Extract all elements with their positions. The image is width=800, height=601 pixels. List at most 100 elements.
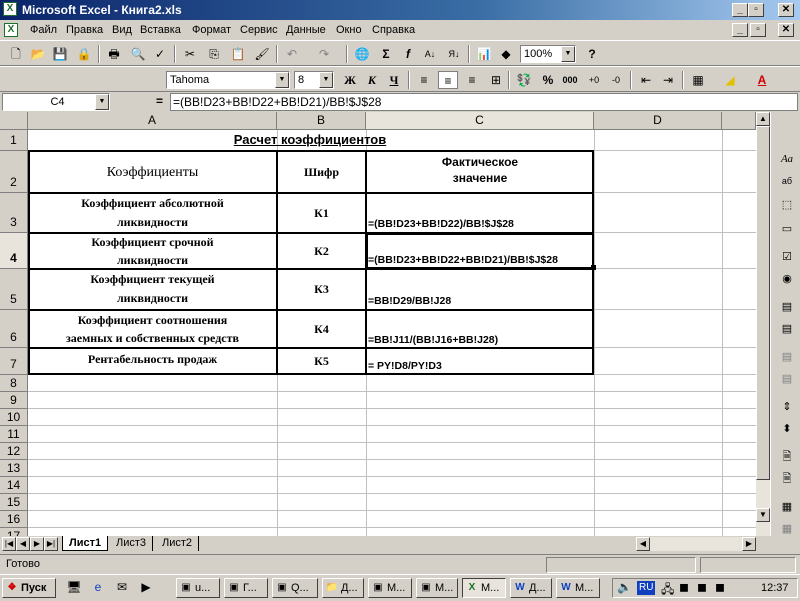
function-icon[interactable]: f: [398, 45, 418, 63]
task-item-excel[interactable]: X М...: [462, 578, 506, 598]
hyperlink-icon[interactable]: 🌐: [352, 45, 372, 63]
row-header[interactable]: 9: [0, 392, 28, 409]
menu-window[interactable]: Окно: [336, 24, 362, 36]
spinner-icon[interactable]: ⬍: [777, 420, 797, 438]
drawing-icon[interactable]: ◆: [496, 45, 516, 63]
menu-file[interactable]: Файл: [30, 24, 57, 36]
menu-view[interactable]: Вид: [112, 24, 132, 36]
column-header-b[interactable]: B: [277, 112, 366, 130]
new-icon[interactable]: 🗋: [6, 45, 26, 63]
align-right-icon[interactable]: ≡: [462, 71, 482, 89]
edit-code-icon[interactable]: 🗎: [777, 470, 797, 488]
doc-minimize-icon[interactable]: _: [732, 23, 748, 37]
italic-button[interactable]: К: [362, 71, 382, 89]
task-item-word-2[interactable]: W М...: [556, 578, 600, 598]
sort-desc-icon[interactable]: Я↓: [444, 45, 464, 63]
close-icon[interactable]: ✕: [778, 3, 794, 17]
task-item-1[interactable]: ▣ u...: [176, 578, 220, 598]
row-header[interactable]: 5: [0, 269, 28, 310]
prev-sheet-icon[interactable]: ◀: [16, 537, 30, 551]
outlook-icon[interactable]: ✉: [112, 578, 132, 596]
font-select[interactable]: Tahoma ▼: [166, 71, 290, 89]
chevron-down-icon[interactable]: ▼: [275, 72, 289, 88]
row-header[interactable]: 4: [0, 233, 28, 269]
format-painter-icon[interactable]: 🖌: [252, 45, 272, 63]
control-properties-icon[interactable]: 🗎: [777, 448, 797, 466]
save-icon[interactable]: 💾: [50, 45, 70, 63]
row-header[interactable]: 12: [0, 443, 28, 460]
sort-asc-icon[interactable]: А↓: [420, 45, 440, 63]
chevron-down-icon[interactable]: ▼: [561, 46, 575, 62]
option-button-icon[interactable]: ◉: [777, 270, 797, 288]
volume-icon[interactable]: 🔈: [617, 580, 632, 594]
align-left-icon[interactable]: ≡: [414, 71, 434, 89]
undo-icon[interactable]: ↶: [282, 45, 302, 63]
media-icon[interactable]: ▶: [136, 578, 156, 596]
tab-sheet2[interactable]: Лист2: [156, 536, 200, 551]
menu-tools[interactable]: Сервис: [240, 24, 278, 36]
button-icon[interactable]: ▭: [777, 220, 797, 238]
run-dialog-icon[interactable]: ▦: [777, 520, 797, 538]
percent-button[interactable]: %: [538, 71, 558, 89]
column-header-e[interactable]: [722, 112, 756, 130]
maximize-icon[interactable]: ▫: [748, 3, 764, 17]
copy-icon[interactable]: ⎘: [204, 45, 224, 63]
zoom-select[interactable]: 100% ▼: [520, 45, 576, 63]
row-header[interactable]: 2: [0, 151, 28, 193]
row-header[interactable]: 10: [0, 409, 28, 426]
language-indicator[interactable]: RU: [637, 581, 656, 595]
formula-input[interactable]: =(BB!D23+BB!D22+BB!D21)/BB!$J$28: [170, 93, 798, 111]
doc-close-icon[interactable]: ✕: [778, 23, 794, 37]
tray-app-icon[interactable]: ◼: [715, 580, 725, 594]
menu-format[interactable]: Формат: [192, 24, 231, 36]
scroll-down-icon[interactable]: ▼: [756, 508, 770, 522]
tab-sheet3[interactable]: Лист3: [110, 536, 154, 551]
column-header-d[interactable]: D: [594, 112, 722, 130]
scroll-right-icon[interactable]: ▶: [742, 537, 756, 551]
menu-insert[interactable]: Вставка: [140, 24, 181, 36]
borders-icon[interactable]: ▦: [688, 71, 708, 89]
scroll-thumb[interactable]: [756, 126, 770, 480]
row-header[interactable]: 1: [0, 130, 28, 151]
font-color-icon[interactable]: A: [752, 71, 772, 89]
group-box-icon[interactable]: ⬚: [777, 196, 797, 214]
column-header-c[interactable]: C: [366, 112, 594, 130]
chevron-down-icon[interactable]: ▼: [319, 72, 333, 88]
menu-data[interactable]: Данные: [286, 24, 326, 36]
task-item-6[interactable]: ▣ М...: [416, 578, 458, 598]
cut-icon[interactable]: ✂: [180, 45, 200, 63]
label-icon[interactable]: Аа: [777, 150, 797, 168]
task-item-3[interactable]: ▣ Q...: [272, 578, 318, 598]
fill-color-icon[interactable]: ◢: [720, 71, 740, 89]
row-header[interactable]: 3: [0, 193, 28, 233]
vertical-scrollbar[interactable]: ▲ ▼: [756, 112, 770, 536]
align-center-icon[interactable]: ≡: [438, 71, 458, 89]
tray-app-icon[interactable]: ◼: [679, 580, 689, 594]
next-sheet-icon[interactable]: ▶: [30, 537, 44, 551]
minimize-icon[interactable]: _: [732, 3, 748, 17]
spelling-icon[interactable]: ✓: [150, 45, 170, 63]
help-icon[interactable]: ?: [582, 45, 602, 63]
increase-indent-icon[interactable]: ⇥: [658, 71, 678, 89]
decrease-decimal-icon[interactable]: -0: [606, 71, 626, 89]
tab-sheet1[interactable]: Лист1: [62, 536, 109, 551]
show-desktop-icon[interactable]: 🖥: [64, 578, 84, 596]
tray-app-icon[interactable]: ◼: [697, 580, 707, 594]
permission-icon[interactable]: 🔒: [74, 45, 94, 63]
list-box-icon[interactable]: ▤: [777, 298, 797, 316]
doc-restore-icon[interactable]: ▫: [750, 23, 766, 37]
task-item-word-1[interactable]: W Д...: [510, 578, 552, 598]
row-header[interactable]: 14: [0, 477, 28, 494]
row-header[interactable]: 15: [0, 494, 28, 511]
toggle-grid-icon[interactable]: ▦: [777, 498, 797, 516]
checkbox-icon[interactable]: ☑: [777, 248, 797, 266]
combo-dropdown-icon[interactable]: ▤: [777, 370, 797, 388]
edit-box-icon[interactable]: аб: [777, 172, 797, 190]
underline-button[interactable]: Ч: [384, 71, 404, 89]
chart-icon[interactable]: 📊: [474, 45, 494, 63]
bold-button[interactable]: Ж: [340, 71, 360, 89]
select-all-corner[interactable]: [0, 112, 28, 130]
autosum-icon[interactable]: Σ: [376, 45, 396, 63]
excel-icon[interactable]: X: [3, 2, 17, 16]
first-sheet-icon[interactable]: |◀: [2, 537, 16, 551]
